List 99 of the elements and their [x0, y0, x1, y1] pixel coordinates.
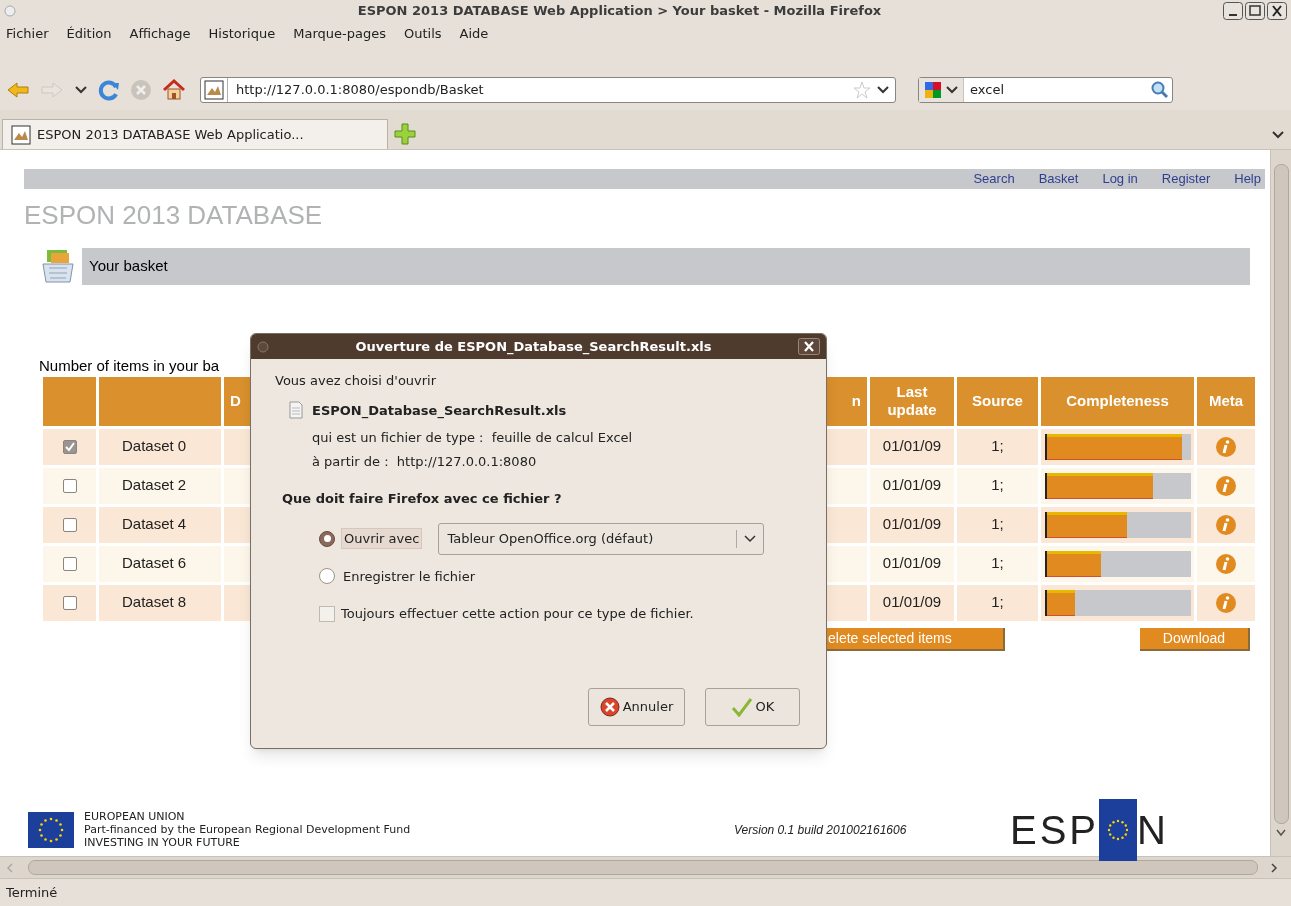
table-cell: Dataset 0	[99, 428, 221, 465]
ok-button[interactable]: OK	[705, 688, 800, 726]
maximize-icon[interactable]	[1245, 2, 1265, 20]
column-header: Meta	[1197, 376, 1255, 426]
browser-tab[interactable]: ESPON 2013 DATABASE Web Applicatio...	[2, 119, 388, 149]
espon-logo: ESP N	[1010, 798, 1166, 861]
nav-link[interactable]: Basket	[1038, 169, 1079, 189]
search-engine-icon[interactable]	[923, 80, 943, 100]
cancel-button[interactable]: Annuler	[588, 688, 685, 726]
search-text: excel	[970, 81, 1005, 100]
table-cell: 01/01/09	[870, 467, 954, 504]
column-header: Last update	[870, 376, 954, 426]
radio-button[interactable]	[319, 530, 335, 547]
info-icon[interactable]	[1215, 435, 1237, 458]
version-text: Version 0.1 build 201002161606	[734, 821, 908, 839]
window-title: ESPON 2013 DATABASE Web Application > Your basket - Mozilla Firefox	[356, 2, 883, 21]
table-cell: Dataset 6	[99, 545, 221, 582]
vertical-scrollbar[interactable]	[1270, 150, 1291, 856]
menu-item[interactable]: Fichier	[4, 24, 51, 44]
site-favicon	[204, 80, 224, 100]
info-icon[interactable]	[1215, 591, 1237, 614]
cancel-icon	[599, 697, 620, 717]
column-header: Source	[957, 376, 1038, 426]
search-field[interactable]: excel	[918, 77, 1173, 103]
home-icon[interactable]	[162, 79, 186, 101]
section-header: Your basket	[82, 247, 1250, 285]
table-cell: 01/01/09	[870, 584, 954, 621]
menu-item[interactable]: Historique	[206, 24, 278, 44]
menu-item[interactable]: Outils	[401, 24, 444, 44]
app-select[interactable]: Tableur OpenOffice.org (défaut)	[438, 522, 765, 555]
footer-text: INVESTING IN YOUR FUTURE	[84, 836, 241, 849]
column-header: Completeness	[1041, 376, 1194, 426]
radio-button[interactable]	[319, 568, 335, 585]
row-checkbox[interactable]	[62, 556, 77, 571]
menu-item[interactable]: Marque-pages	[291, 24, 388, 44]
site-favicon	[11, 124, 31, 145]
basket-icon	[41, 248, 75, 284]
menu-item[interactable]: Aide	[457, 24, 491, 44]
column-header	[43, 376, 96, 426]
new-tab-plus-icon[interactable]	[394, 123, 416, 145]
chevron-down-icon	[1275, 828, 1287, 838]
table-cell: 1;	[957, 467, 1038, 504]
nav-link[interactable]: Help	[1234, 169, 1261, 189]
menu-item[interactable]: Affichage	[127, 24, 193, 44]
row-checkbox[interactable]	[62, 478, 77, 493]
chevron-left-icon	[6, 862, 14, 873]
table-cell: 1;	[957, 506, 1038, 543]
checkbox-label[interactable]: Toujours effectuer cette action pour ce type de fichier.	[341, 604, 694, 624]
chevron-down-icon[interactable]	[945, 84, 959, 96]
site-title: ESPON 2013 DATABASE	[24, 198, 324, 232]
table-cell: 01/01/09	[870, 506, 954, 543]
nav-link[interactable]: Register	[1161, 169, 1211, 189]
table-cell: 1;	[957, 584, 1038, 621]
table-cell: 01/01/09	[870, 545, 954, 582]
table-cell: Dataset 2	[99, 467, 221, 504]
nav-link[interactable]: Log in	[1102, 169, 1138, 189]
address-bar[interactable]: http://127.0.0.1:8080/espondb/Basket	[200, 77, 896, 103]
menu-item[interactable]: Édition	[64, 24, 114, 44]
option-label[interactable]: Ouvrir avec	[341, 527, 423, 550]
dialog-title: Ouverture de ESPON_Database_SearchResult.xls	[354, 337, 713, 357]
items-count-text: Number of items in your ba	[39, 356, 220, 375]
minimize-icon[interactable]	[1223, 2, 1243, 20]
checkbox[interactable]	[319, 605, 335, 622]
table-cell: 01/01/09	[870, 428, 954, 465]
info-icon[interactable]	[1215, 552, 1237, 575]
info-icon[interactable]	[1215, 513, 1237, 536]
status-text: Terminé	[0, 878, 1291, 906]
chevron-down-icon[interactable]	[1271, 129, 1285, 141]
window-menu-icon[interactable]	[257, 340, 269, 353]
dialog-text: qui est un fichier de type : feuille de calcul Excel	[312, 429, 634, 447]
close-icon[interactable]	[798, 338, 820, 355]
close-icon[interactable]	[1267, 2, 1287, 20]
nav-link[interactable]: Search	[973, 169, 1015, 189]
search-icon[interactable]	[1151, 81, 1169, 99]
address-text: http://127.0.0.1:8080/espondb/Basket	[236, 81, 485, 100]
eu-flag-icon	[1099, 798, 1138, 861]
reload-icon[interactable]	[98, 79, 120, 101]
row-checkbox[interactable]	[62, 517, 77, 532]
row-checkbox[interactable]	[62, 595, 77, 610]
table-cell: Dataset 4	[99, 506, 221, 543]
footer-text: EUROPEAN UNION	[84, 810, 186, 823]
dialog-text: à partir de : http://127.0.0.1:8080	[312, 452, 538, 471]
horizontal-scrollbar[interactable]	[0, 856, 1291, 878]
chevron-right-icon	[1270, 862, 1278, 873]
eu-flag-icon	[28, 811, 74, 848]
row-checkbox[interactable]	[62, 439, 77, 454]
table-cell: 1;	[957, 428, 1038, 465]
checkmark-icon	[730, 697, 753, 717]
dialog-question: Que doit faire Firefox avec ce fichier ?	[282, 490, 563, 508]
option-label[interactable]: Enregistrer le fichier	[341, 566, 478, 586]
info-icon[interactable]	[1215, 474, 1237, 497]
chevron-down-icon[interactable]	[875, 84, 891, 96]
table-cell: 1;	[957, 545, 1038, 582]
table-cell: Dataset 8	[99, 584, 221, 621]
footer-text: Part-financed by the European Regional Development Fund	[84, 823, 412, 836]
bookmark-star-icon[interactable]	[853, 81, 871, 99]
chevron-down-icon[interactable]	[74, 84, 88, 96]
back-arrow-icon[interactable]	[6, 80, 30, 100]
document-icon	[289, 401, 303, 420]
